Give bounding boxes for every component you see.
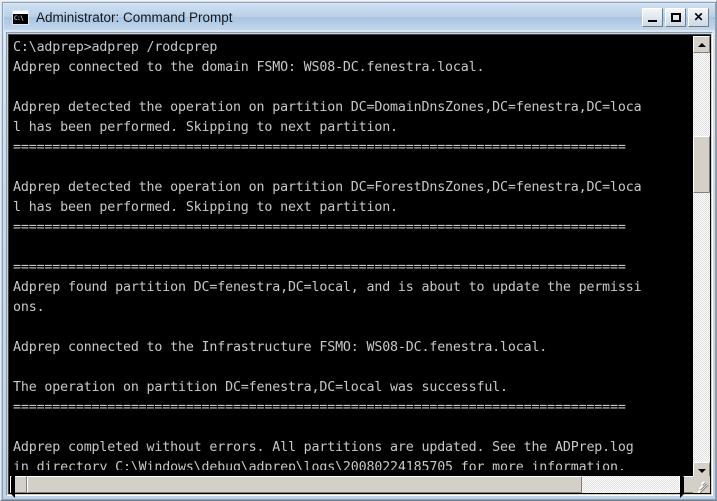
icon-prompt-glyph: C:\ xyxy=(14,14,24,22)
console-line: in directory C:\Windows\debug\adprep\log… xyxy=(13,460,626,470)
minimize-icon xyxy=(648,19,657,22)
close-icon: ✕ xyxy=(693,10,704,24)
console-line: l has been performed. Skipping to next p… xyxy=(13,120,398,135)
console-line: Adprep connected to the Infrastructure F… xyxy=(13,340,548,355)
arrow-left-icon xyxy=(11,473,15,498)
console-line: l has been performed. Skipping to next p… xyxy=(13,200,398,215)
icon-title-strip xyxy=(13,10,28,14)
horizontal-scrollbar[interactable] xyxy=(10,473,696,498)
minimize-button[interactable] xyxy=(642,7,663,27)
console-line: ========================================… xyxy=(13,220,626,235)
vertical-scrollbar[interactable] xyxy=(693,36,710,479)
close-button[interactable]: ✕ xyxy=(688,7,709,27)
command-prompt-icon: C:\ xyxy=(12,9,29,25)
vertical-scroll-thumb[interactable] xyxy=(693,136,710,193)
maximize-button[interactable] xyxy=(665,7,686,27)
arrow-right-icon xyxy=(680,473,684,498)
console-line: C:\adprep>adprep /rodcprep xyxy=(13,40,218,55)
console-surface[interactable]: C:\adprep>adprep /rodcprep Adprep connect… xyxy=(8,34,711,498)
console-window: C:\ Administrator: Command Prompt ✕ C:\a… xyxy=(0,0,717,501)
horizontal-scroll-thumb[interactable] xyxy=(27,476,582,493)
console-line: Adprep detected the operation on partiti… xyxy=(13,100,642,115)
console-line: ========================================… xyxy=(13,140,626,155)
scroll-left-button[interactable] xyxy=(10,473,27,498)
console-output: C:\adprep>adprep /rodcprep Adprep connect… xyxy=(13,38,695,470)
console-line: Adprep detected the operation on partiti… xyxy=(13,180,642,195)
console-line: ========================================… xyxy=(13,260,626,275)
scroll-up-button[interactable] xyxy=(693,36,710,53)
console-line: Adprep completed without errors. All par… xyxy=(13,440,634,455)
window-controls: ✕ xyxy=(642,7,709,27)
client-area: C:\adprep>adprep /rodcprep Adprep connect… xyxy=(6,32,713,498)
resize-grip[interactable] xyxy=(693,476,710,493)
arrow-down-icon xyxy=(697,468,706,473)
console-line: Adprep found partition DC=fenestra,DC=lo… xyxy=(13,280,642,295)
console-line: Adprep connected to the domain FSMO: WS0… xyxy=(13,60,485,75)
window-title: Administrator: Command Prompt xyxy=(36,9,233,25)
console-line: The operation on partition DC=fenestra,D… xyxy=(13,380,508,395)
console-line: ========================================… xyxy=(13,400,626,415)
vertical-scroll-track[interactable] xyxy=(693,53,710,462)
maximize-icon xyxy=(671,12,681,22)
arrow-up-icon xyxy=(697,42,706,47)
console-line: ons. xyxy=(13,300,45,315)
title-bar[interactable]: C:\ Administrator: Command Prompt ✕ xyxy=(4,4,715,30)
